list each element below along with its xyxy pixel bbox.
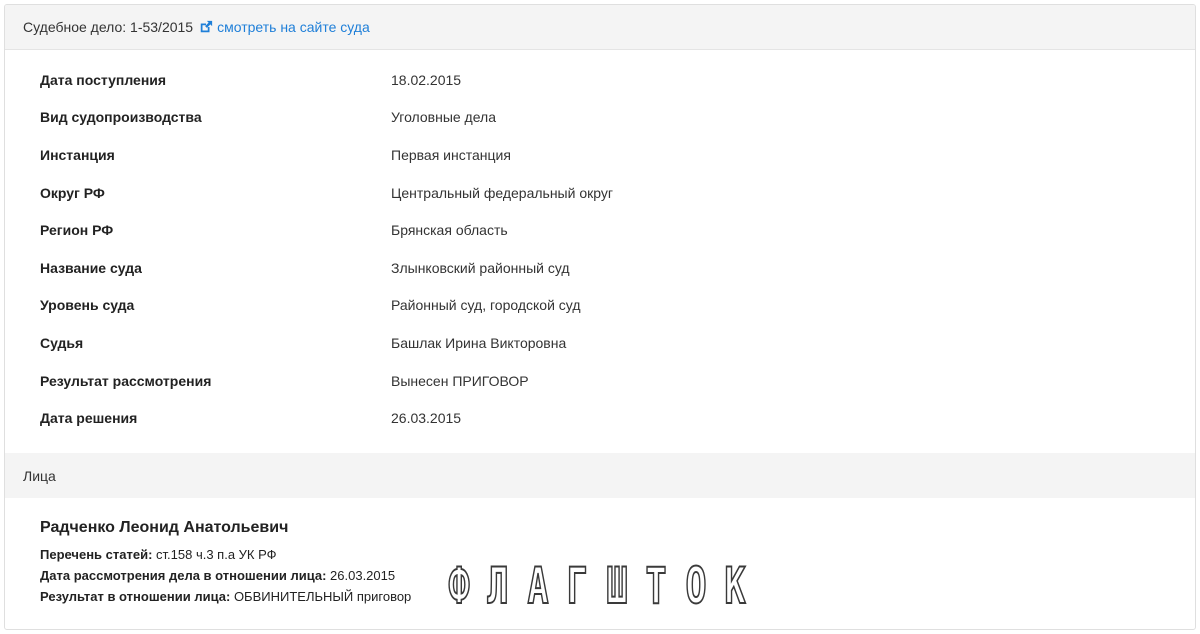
detail-label: Название суда [40,259,142,276]
court-site-link-text: смотреть на сайте суда [217,19,370,35]
detail-label: Судья [40,334,84,351]
external-link-icon [200,20,213,33]
case-details: Дата поступления 18.02.2015 Вид судопроиз… [5,50,1195,437]
person-card: Радченко Леонид Анатольевич Перечень ста… [40,519,411,607]
watermark-letter: А [527,557,549,615]
detail-label: Уровень суда [40,297,135,314]
detail-row: Дата решения 26.03.2015 [5,399,1195,437]
person-result-value: ОБВИНИТЕЛЬНЫЙ приговор [233,589,412,604]
watermark-letter: Т [645,557,667,615]
detail-value: 26.03.2015 [391,410,462,427]
detail-value: 18.02.2015 [391,71,462,88]
person-articles: Перечень статей: ст.158 ч.3 п.а УК РФ [40,544,411,565]
person-articles-label: Перечень статей: [40,547,153,562]
case-header: Судебное дело: 1-53/2015 смотреть на сай… [5,5,1195,50]
detail-row: Регион РФ Брянская область [5,211,1195,249]
detail-value: Первая инстанция [391,146,511,163]
person-result-label: Результат в отношении лица: [40,589,231,604]
detail-label: Регион РФ [40,222,114,239]
detail-row: Название суда Злынковский районный суд [5,249,1195,287]
detail-row: Дата поступления 18.02.2015 [5,61,1195,99]
watermark-letter: Ш [605,557,628,615]
detail-label: Инстанция [40,146,115,163]
detail-row: Судья Башлак Ирина Викторовна [5,324,1195,362]
detail-value: Брянская область [391,222,508,239]
person-review-date: Дата рассмотрения дела в отношении лица:… [40,565,411,586]
detail-row: Округ РФ Центральный федеральный округ [5,174,1195,212]
case-panel: Судебное дело: 1-53/2015 смотреть на сай… [4,4,1196,630]
detail-label: Вид судопроизводства [40,109,202,126]
person-result: Результат в отношении лица: ОБВИНИТЕЛЬНЫ… [40,586,411,607]
persons-section-title: Лица [23,467,56,484]
detail-row: Вид судопроизводства Уголовные дела [5,99,1195,137]
detail-value: Злынковский районный суд [391,259,570,276]
watermark-letter: К [724,557,746,615]
person-review-date-value: 26.03.2015 [330,568,396,583]
watermark-letter: Г [566,557,588,615]
detail-row: Инстанция Первая инстанция [5,136,1195,174]
detail-label: Результат рассмотрения [40,372,212,389]
detail-value: Башлак Ирина Викторовна [391,334,567,351]
detail-label: Округ РФ [40,184,105,201]
watermark-letter: О [684,557,707,615]
detail-value: Вынесен ПРИГОВОР [391,372,529,389]
detail-value: Районный суд, городской суд [391,297,581,314]
detail-label: Дата решения [40,410,138,427]
watermark: Ф Л А Г Ш Т О К [441,557,753,615]
person-name: Радченко Леонид Анатольевич [40,519,289,536]
persons-section-heading: Лица [5,453,1195,498]
watermark-letter: Л [487,557,509,615]
detail-value: Центральный федеральный округ [391,184,613,201]
person-review-date-label: Дата рассмотрения дела в отношении лица: [40,568,327,583]
detail-value: Уголовные дела [391,109,497,126]
person-articles-value: ст.158 ч.3 п.а УК РФ [156,547,277,562]
court-site-link[interactable]: смотреть на сайте суда [199,19,370,35]
detail-label: Дата поступления [40,71,167,88]
watermark-letter: Ф [448,557,470,615]
detail-row: Результат рассмотрения Вынесен ПРИГОВОР [5,362,1195,400]
detail-row: Уровень суда Районный суд, городской суд [5,287,1195,325]
case-number-label: Судебное дело: 1-53/2015 [23,19,194,35]
